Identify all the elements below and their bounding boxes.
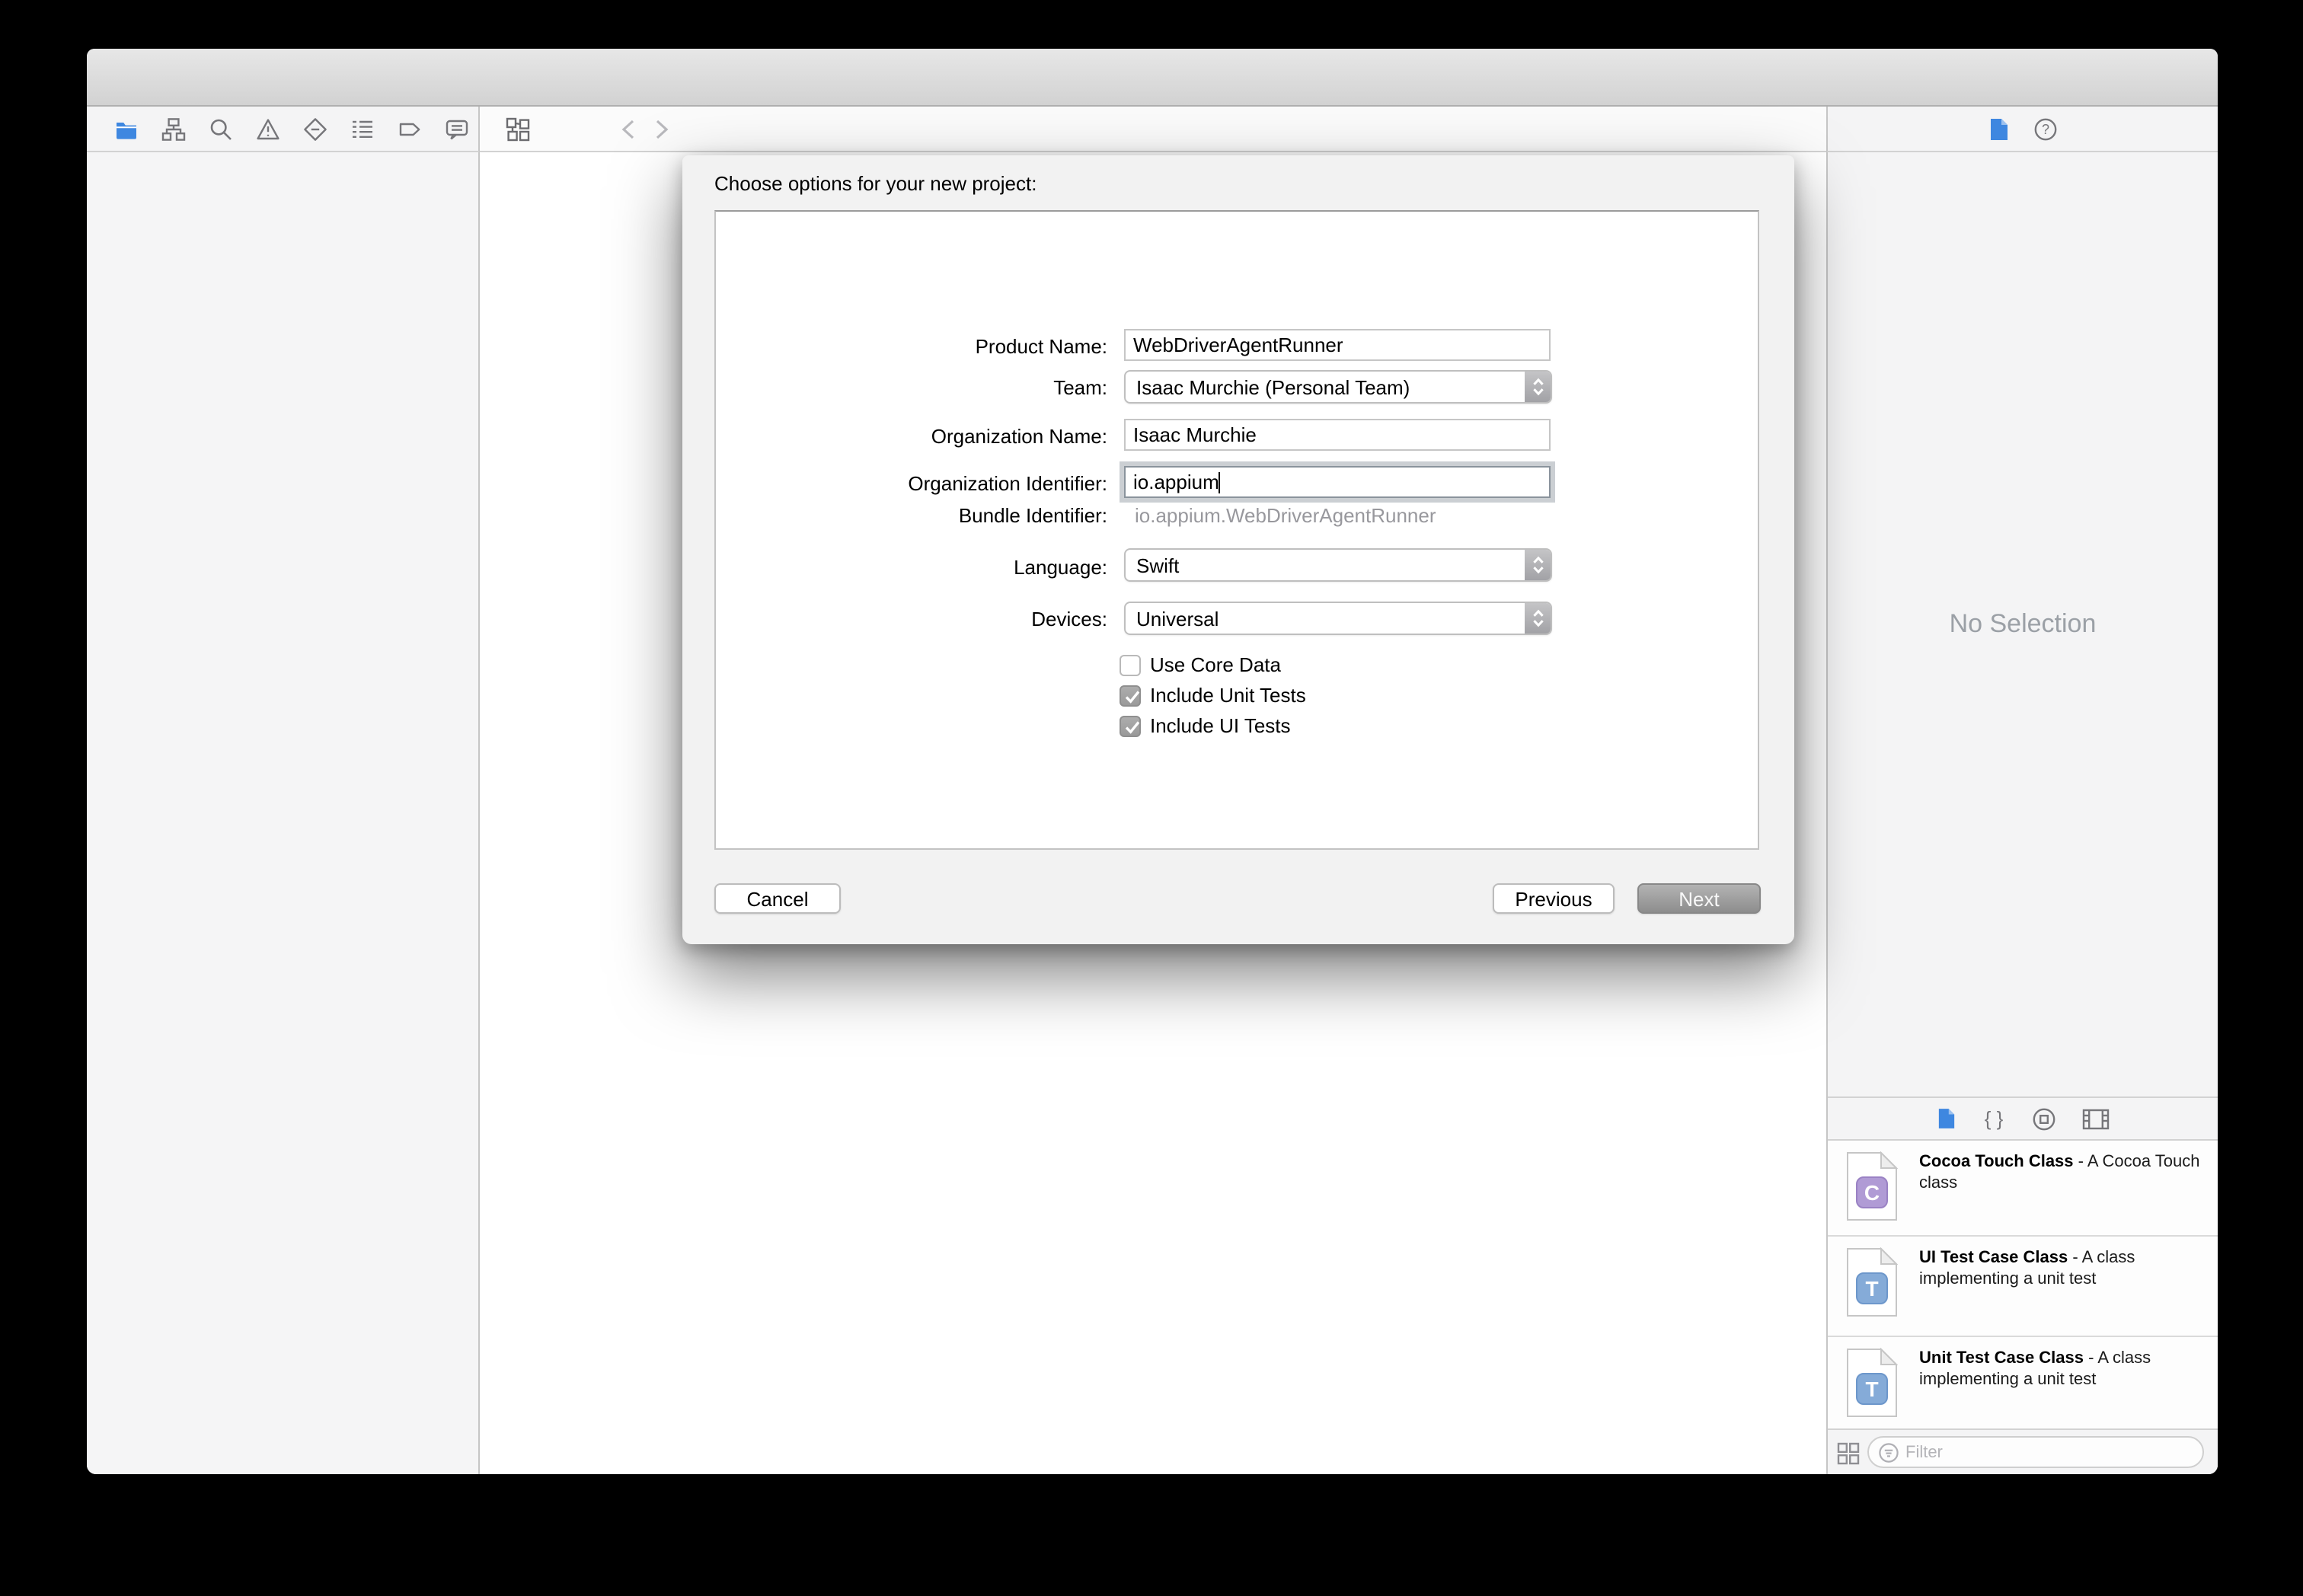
related-items-icon[interactable] <box>506 117 532 143</box>
library-item-unit-test-case-class[interactable]: T Unit Test Case Class - A class impleme… <box>1828 1337 2218 1428</box>
svg-text:?: ? <box>2041 121 2049 136</box>
quick-help-icon[interactable]: ? <box>2033 117 2057 141</box>
library-bar: { } <box>1828 1096 2218 1141</box>
cancel-button[interactable]: Cancel <box>714 883 841 914</box>
search-icon[interactable] <box>209 117 233 141</box>
use-core-data-row: Use Core Data <box>1120 653 1281 676</box>
svg-text:T: T <box>1865 1277 1878 1301</box>
svg-text:T: T <box>1865 1377 1878 1401</box>
test-navigator-icon[interactable] <box>303 117 327 141</box>
bundle-identifier-value: io.appium.WebDriverAgentRunner <box>1135 504 1436 527</box>
filter-field[interactable] <box>1867 1436 2204 1468</box>
toolbar <box>87 49 2218 143</box>
dialog-form-box <box>714 210 1759 850</box>
next-button[interactable]: Next <box>1637 883 1761 914</box>
product-name-field[interactable] <box>1124 329 1551 361</box>
project-navigator-folder-icon[interactable] <box>114 117 139 141</box>
devices-label: Devices: <box>1031 608 1107 630</box>
library-filter-bar <box>1828 1428 2218 1474</box>
back-arrow-icon[interactable] <box>620 117 637 142</box>
filter-icon <box>1879 1442 1899 1462</box>
secondary-bar: ? <box>87 107 2218 152</box>
popup-stepper-icon <box>1525 550 1551 580</box>
file-template-thumbnail: T <box>1847 1348 1898 1417</box>
file-template-thumbnail: T <box>1847 1247 1898 1317</box>
include-ui-tests-checkbox[interactable] <box>1120 715 1141 736</box>
library-item-text: Unit Test Case Class - A class implement… <box>1919 1349 2151 1388</box>
snippet-icon[interactable]: { } <box>1981 1107 2005 1130</box>
language-value: Swift <box>1136 554 1180 576</box>
report-navigator-icon[interactable] <box>445 117 469 141</box>
symbol-navigator-icon[interactable] <box>161 117 186 141</box>
language-label: Language: <box>1014 556 1107 579</box>
devices-value: Universal <box>1136 607 1219 630</box>
previous-button[interactable]: Previous <box>1493 883 1615 914</box>
bundle-identifier-label: Bundle Identifier: <box>958 504 1107 527</box>
debug-navigator-icon[interactable] <box>350 117 375 141</box>
include-ui-tests-label: Include UI Tests <box>1150 714 1291 737</box>
file-template-icon[interactable] <box>1937 1107 1955 1130</box>
product-name-label: Product Name: <box>975 335 1107 358</box>
svg-text:C: C <box>1864 1181 1880 1205</box>
use-core-data-label: Use Core Data <box>1150 653 1281 676</box>
object-icon[interactable] <box>2031 1106 2055 1131</box>
library-item-cocoa-touch-class[interactable]: C Cocoa Touch Class - A Cocoa Touch clas… <box>1828 1141 2218 1237</box>
devices-popup[interactable]: Universal <box>1124 602 1552 635</box>
include-unit-tests-row: Include Unit Tests <box>1120 684 1306 707</box>
team-popup[interactable]: Isaac Murchie (Personal Team) <box>1124 370 1552 404</box>
include-ui-tests-row: Include UI Tests <box>1120 714 1291 737</box>
include-unit-tests-label: Include Unit Tests <box>1150 684 1306 707</box>
screen: ? No Selection { } C Cocoa Touch Class -… <box>0 0 2303 1596</box>
popup-stepper-icon <box>1525 372 1551 402</box>
library-item-ui-test-case-class[interactable]: T UI Test Case Class - A class implement… <box>1828 1237 2218 1337</box>
grid-view-icon[interactable] <box>1837 1442 1860 1465</box>
organization-identifier-field[interactable]: io.appium <box>1124 466 1551 498</box>
navigator-bar <box>87 107 480 152</box>
breakpoint-navigator-icon[interactable] <box>398 117 422 141</box>
issue-navigator-icon[interactable] <box>256 117 280 141</box>
forward-arrow-icon[interactable] <box>653 117 670 142</box>
team-value: Isaac Murchie (Personal Team) <box>1136 375 1410 398</box>
organization-name-field[interactable] <box>1124 419 1551 451</box>
navigator-panel <box>87 152 480 1474</box>
xcode-window: ? No Selection { } C Cocoa Touch Class -… <box>87 49 2218 1474</box>
library-item-text: UI Test Case Class - A class implementin… <box>1919 1249 2135 1288</box>
media-icon[interactable] <box>2081 1108 2109 1129</box>
editor-jump-bar <box>480 107 1826 152</box>
library-list: C Cocoa Touch Class - A Cocoa Touch clas… <box>1828 1141 2218 1428</box>
file-template-thumbnail: C <box>1847 1151 1898 1221</box>
filter-input[interactable] <box>1905 1443 2134 1461</box>
use-core-data-checkbox[interactable] <box>1120 654 1141 675</box>
inspector-empty-state: No Selection <box>1828 152 2218 1096</box>
file-inspector-icon[interactable] <box>1988 117 2008 141</box>
include-unit-tests-checkbox[interactable] <box>1120 685 1141 706</box>
new-project-options-dialog: Choose options for your new project: Pro… <box>682 155 1794 944</box>
utilities-panel: No Selection { } C Cocoa Touch Class - A… <box>1826 152 2218 1474</box>
library-item-text: Cocoa Touch Class - A Cocoa Touch class <box>1919 1153 2200 1192</box>
text-caret <box>1219 471 1221 493</box>
organization-name-label: Organization Name: <box>931 425 1107 448</box>
organization-identifier-value: io.appium <box>1133 471 1219 493</box>
popup-stepper-icon <box>1525 603 1551 634</box>
inspector-bar: ? <box>1826 107 2218 152</box>
language-popup[interactable]: Swift <box>1124 548 1552 582</box>
dialog-title: Choose options for your new project: <box>714 172 1037 195</box>
organization-identifier-label: Organization Identifier: <box>908 472 1107 495</box>
svg-text:{ }: { } <box>1984 1107 2003 1130</box>
no-selection-label: No Selection <box>1949 609 2097 638</box>
team-label: Team: <box>1053 376 1107 399</box>
